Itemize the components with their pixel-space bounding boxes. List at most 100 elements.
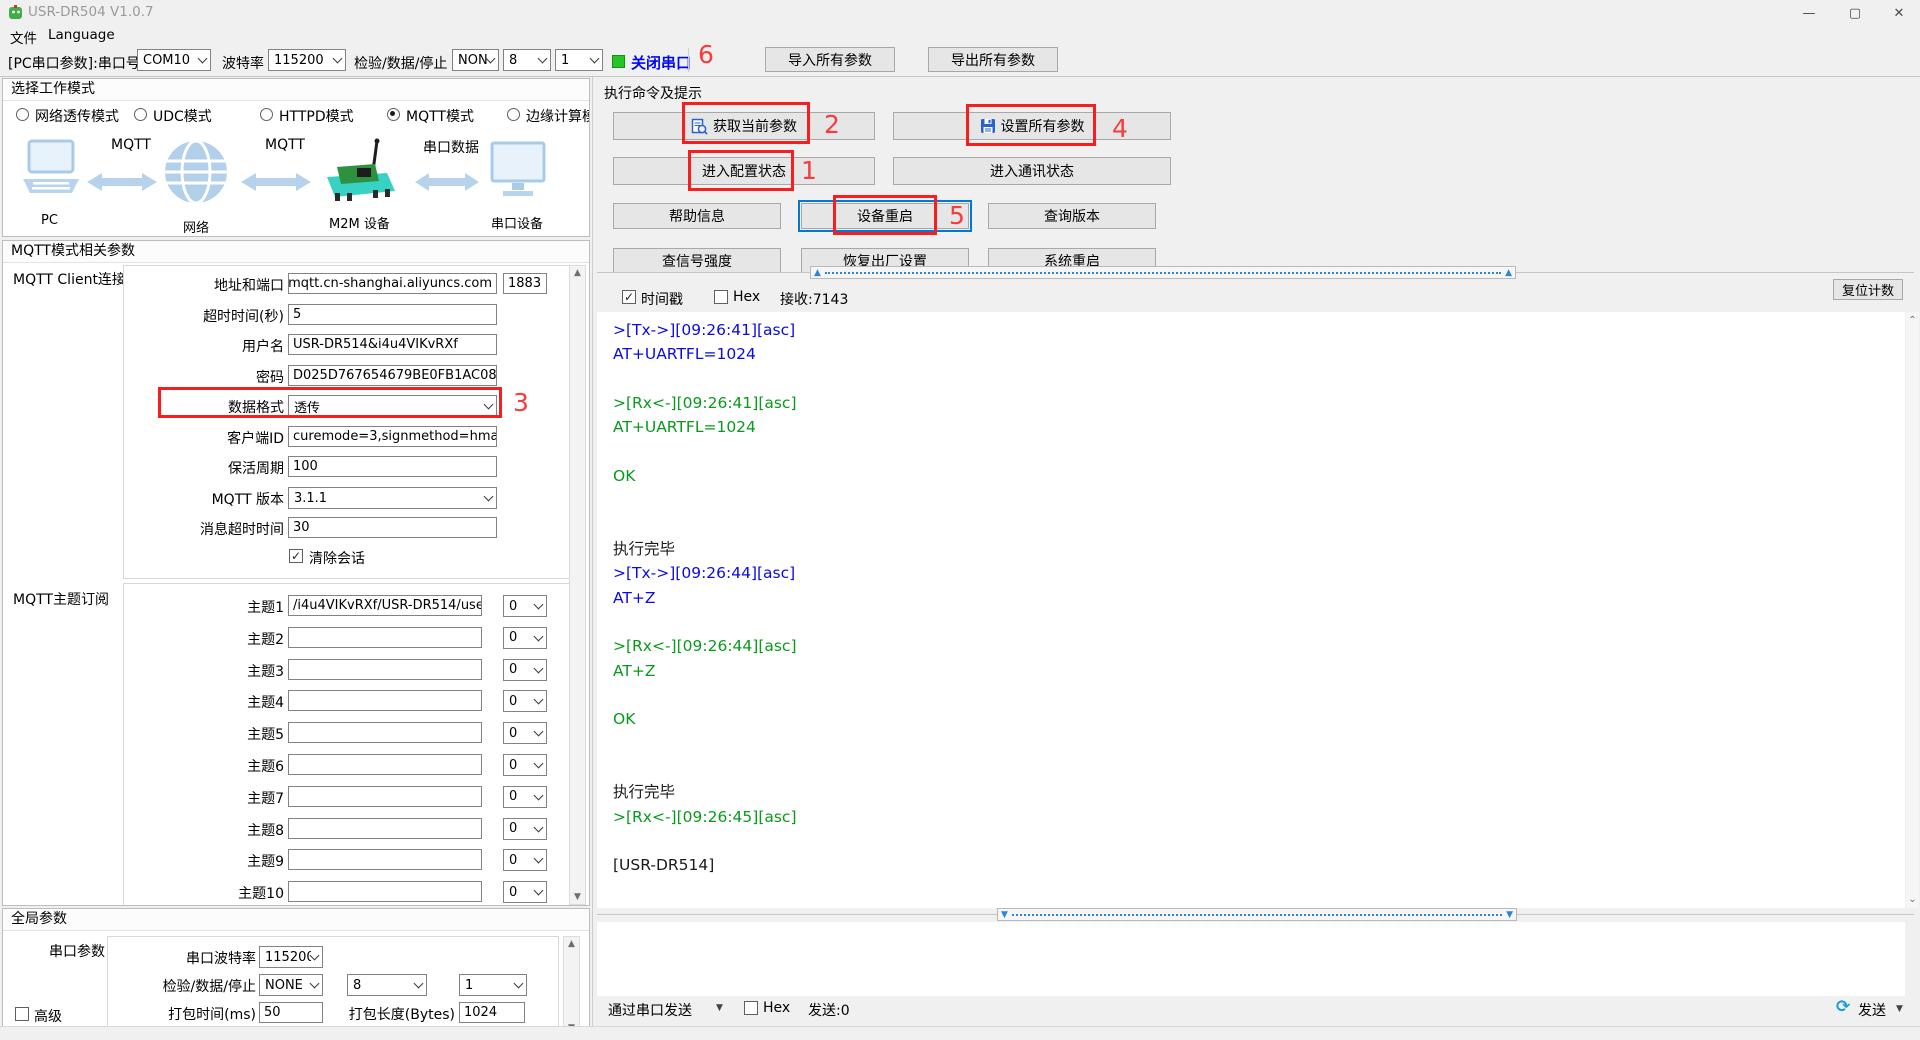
advanced-checkbox[interactable] <box>15 1007 29 1021</box>
send-button[interactable]: 发送 <box>1858 1000 1886 1020</box>
topic-input[interactable] <box>288 785 482 807</box>
g-baud-select[interactable]: 115200 <box>259 946 323 968</box>
menu-file[interactable]: 文件 <box>10 27 37 47</box>
topic-input[interactable] <box>288 626 482 648</box>
com-port-select[interactable]: COM10 <box>137 49 211 71</box>
pack-time-input[interactable]: 50 <box>259 1002 323 1023</box>
parity-select[interactable]: NONI <box>452 49 499 71</box>
scroll-up-icon[interactable]: ▲ <box>570 268 585 278</box>
scroll-down-icon[interactable]: ▼ <box>570 892 585 902</box>
databits-select[interactable]: 8 <box>503 49 551 71</box>
topic-input[interactable] <box>288 722 482 744</box>
baud-select[interactable]: 115200 <box>268 49 346 71</box>
topic-qos-select[interactable]: 0 <box>503 626 547 649</box>
g-databits-select[interactable]: 8 <box>347 974 427 996</box>
menu-language[interactable]: Language <box>48 27 115 43</box>
topic-label: 主题1 <box>247 600 284 616</box>
enter-comm-button[interactable]: 进入通讯状态 <box>893 157 1171 185</box>
topic-qos-select[interactable]: 0 <box>503 690 547 713</box>
pack-len-input[interactable]: 1024 <box>459 1002 525 1023</box>
scroll-up-icon[interactable]: ▲ <box>814 267 821 279</box>
annotation-box-4 <box>966 104 1096 146</box>
signal-strength-button[interactable]: 查信号强度 <box>613 248 781 274</box>
topic-input[interactable] <box>288 658 482 680</box>
keepalive-input[interactable]: 100 <box>288 456 497 477</box>
send-hex-checkbox[interactable] <box>744 1001 758 1015</box>
radio-label-edge[interactable]: 边缘计算模式 <box>526 106 589 126</box>
password-input[interactable]: D025D767654679BE0FB1AC08267C7 <box>288 365 497 386</box>
send-input-area[interactable] <box>597 922 1905 996</box>
parity-label: 检验/数据/停止 <box>354 56 448 72</box>
topic-qos-select[interactable]: 0 <box>503 785 547 808</box>
radio-httpd[interactable] <box>260 108 273 121</box>
radio-edge[interactable] <box>507 108 520 121</box>
radio-label-udc[interactable]: UDC模式 <box>153 106 212 126</box>
chevron-down-icon[interactable]: ▼ <box>716 1003 723 1013</box>
mqtt-version-select[interactable]: 3.1.1 <box>288 487 497 509</box>
topic-qos-select[interactable]: 0 <box>503 849 547 872</box>
port-input[interactable]: 1883 <box>503 273 547 294</box>
clear-session-checkbox[interactable]: ✓ <box>289 549 303 563</box>
radio-udc[interactable] <box>134 108 147 121</box>
bottom-hscrollbar[interactable]: ▼ ▼ <box>997 908 1517 921</box>
import-all-button[interactable]: 导入所有参数 <box>765 47 895 72</box>
timestamp-checkbox[interactable]: ✓ <box>622 290 636 304</box>
close-button[interactable]: ✕ <box>1878 0 1920 26</box>
topic-qos-select[interactable]: 0 <box>503 722 547 745</box>
refresh-send-icon[interactable]: ⟳ <box>1836 997 1850 1017</box>
topic-qos-select[interactable]: 0 <box>503 754 547 776</box>
topic-input[interactable]: /i4u4VIKvRXf/USR-DR514/user/get <box>288 595 482 616</box>
scroll-up-icon[interactable]: ▲ <box>564 939 579 949</box>
radio-label-net[interactable]: 网络透传模式 <box>35 106 119 126</box>
scroll-down-icon[interactable]: ▼ <box>1506 909 1513 921</box>
send-via-serial-dropdown[interactable]: 通过串口发送 <box>608 1000 692 1020</box>
send-count: 发送:0 <box>808 1003 850 1019</box>
topic-input[interactable] <box>288 754 482 775</box>
topic-input[interactable] <box>288 817 482 839</box>
serial-params-label: 串口参数 <box>49 944 105 960</box>
annotation-box-3 <box>158 387 502 418</box>
topic-qos-select[interactable]: 0 <box>503 881 547 904</box>
topic-qos-select[interactable]: 0 <box>503 658 547 681</box>
topic-input[interactable] <box>288 690 482 712</box>
help-button[interactable]: 帮助信息 <box>613 203 781 229</box>
export-all-button[interactable]: 导出所有参数 <box>928 47 1058 72</box>
scroll-down-icon[interactable]: ⌄ <box>1906 894 1919 905</box>
mqtt-scrollbar[interactable]: ▲ ▼ <box>569 265 586 905</box>
scroll-down-icon[interactable]: ▼ <box>1001 909 1008 921</box>
scroll-up-icon[interactable]: ⌃ <box>1906 315 1919 326</box>
radio-label-httpd[interactable]: HTTPD模式 <box>279 106 354 126</box>
minimize-button[interactable]: — <box>1786 0 1832 26</box>
client-id-input[interactable]: curemode=3,signmethod=hmacsha1| <box>288 426 497 447</box>
topic-input[interactable] <box>288 881 482 903</box>
scroll-up-icon[interactable]: ▲ <box>1505 267 1512 279</box>
g-stopbits-select[interactable]: 1 <box>459 974 527 996</box>
topic-qos-select[interactable]: 0 <box>503 817 547 840</box>
chevron-down-icon[interactable]: ▼ <box>1896 1004 1903 1014</box>
radio-mqtt[interactable] <box>387 108 400 121</box>
topic-input[interactable] <box>288 849 482 871</box>
close-serial-button[interactable]: 关闭串口 <box>631 52 691 73</box>
addr-input[interactable]: i.iot-as-mqtt.cn-shanghai.aliyuncs.com <box>288 273 497 294</box>
maximize-button[interactable]: ▢ <box>1832 0 1878 26</box>
topic-qos-select[interactable]: 0 <box>503 595 547 617</box>
link3-label: 串口数据 <box>423 140 479 156</box>
recv-hex-checkbox[interactable] <box>714 290 728 304</box>
radio-label-mqtt[interactable]: MQTT模式 <box>406 106 474 126</box>
query-version-button[interactable]: 查询版本 <box>988 203 1156 229</box>
username-input[interactable]: USR-DR514&i4u4VIKvRXf <box>288 334 497 355</box>
timeout-input[interactable]: 5 <box>288 304 497 325</box>
pc-serial-label: [PC串口参数]:串口号 <box>8 56 140 72</box>
arrow-icon <box>415 173 479 191</box>
top-hscrollbar[interactable]: ▲ ▲ <box>810 266 1516 279</box>
msg-timeout-input[interactable]: 30 <box>288 517 497 538</box>
log-scrollbar[interactable]: ⌃ ⌄ <box>1906 312 1919 908</box>
radio-net-passthrough[interactable] <box>16 108 29 121</box>
reset-count-button[interactable]: 复位计数 <box>1833 279 1903 300</box>
g-parity-select[interactable]: NONE <box>259 974 323 996</box>
msg-timeout-label: 消息超时时间 <box>200 522 284 538</box>
stopbits-select[interactable]: 1 <box>555 49 603 71</box>
global-scrollbar[interactable]: ▲ ▼ <box>563 936 580 1036</box>
